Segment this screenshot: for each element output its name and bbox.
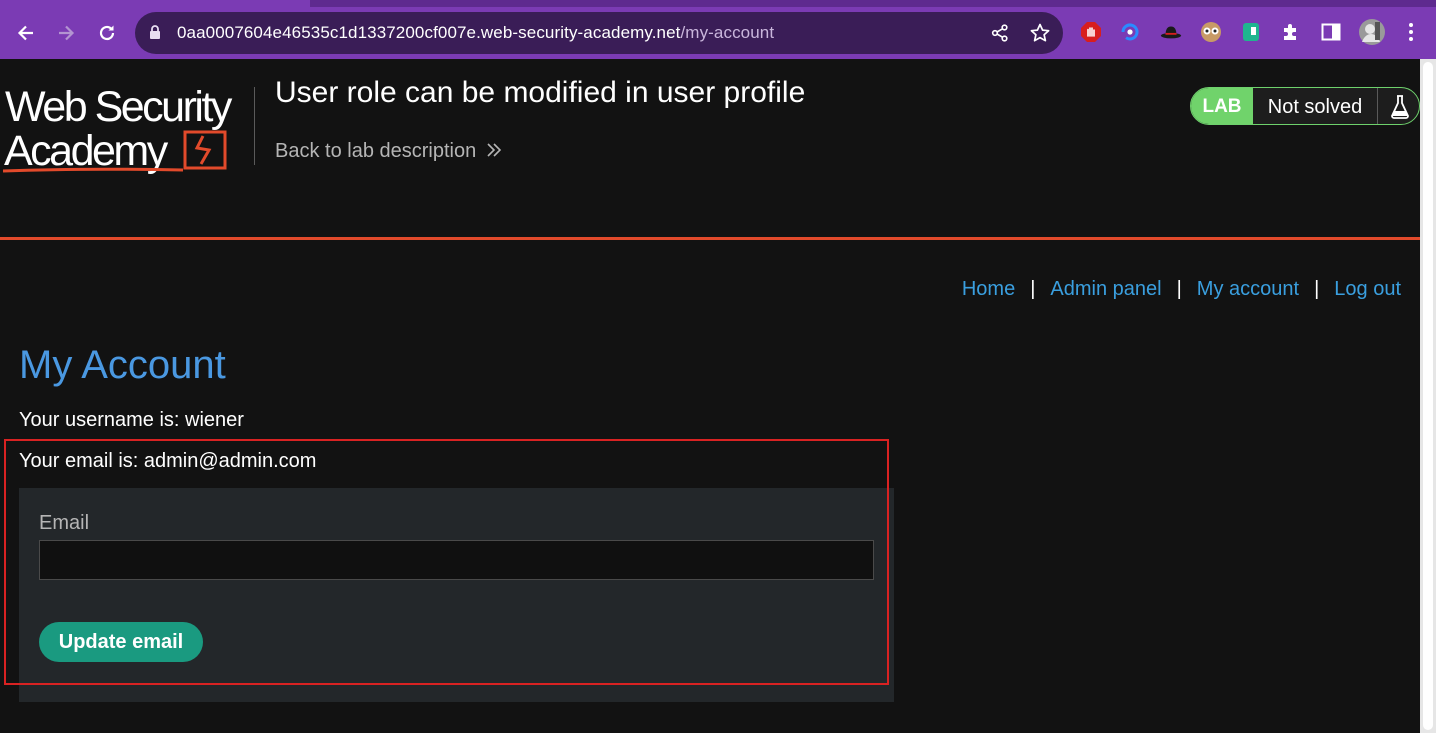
- stop-extension-icon[interactable]: [1080, 21, 1102, 43]
- puzzle-icon[interactable]: [1280, 21, 1302, 43]
- owl-extension-icon[interactable]: [1200, 21, 1222, 43]
- top-navigation: Home | Admin panel | My account | Log ou…: [962, 278, 1401, 301]
- back-arrow-icon[interactable]: [12, 19, 40, 47]
- scrollbar-thumb[interactable]: [1423, 62, 1433, 730]
- green-extension-icon[interactable]: [1240, 21, 1262, 43]
- lab-title: User role can be modified in user profil…: [275, 76, 806, 109]
- username-text: Your username is: wiener: [19, 409, 244, 431]
- lock-icon[interactable]: [149, 25, 161, 45]
- page-title: My Account: [19, 343, 226, 387]
- annotation-highlight-box: [4, 439, 889, 685]
- tab-strip: [310, 0, 1436, 7]
- blue-extension-icon[interactable]: [1119, 21, 1141, 43]
- header-accent-rule: [0, 237, 1420, 240]
- nav-admin-panel-link[interactable]: Admin panel: [1050, 278, 1161, 301]
- logo-swoosh-mark: [3, 130, 227, 173]
- browser-toolbar: 0aa0007604e46535c1d1337200cf007e.web-sec…: [0, 0, 1436, 59]
- sidepanel-icon[interactable]: [1320, 21, 1342, 43]
- academy-logo[interactable]: Web Security Academy: [3, 86, 253, 178]
- lab-status-badge: LAB Not solved: [1190, 87, 1420, 125]
- address-bar[interactable]: 0aa0007604e46535c1d1337200cf007e.web-sec…: [135, 12, 1063, 54]
- nav-separator: |: [1176, 278, 1182, 300]
- lab-label: LAB: [1191, 88, 1253, 124]
- logo-line1: Web Security: [5, 83, 232, 131]
- back-to-lab-link[interactable]: Back to lab description: [275, 139, 502, 164]
- nav-log-out-link[interactable]: Log out: [1334, 278, 1401, 301]
- hat-extension-icon[interactable]: [1160, 21, 1182, 43]
- star-icon[interactable]: [1029, 22, 1051, 49]
- menu-dots-icon[interactable]: [1400, 21, 1422, 43]
- nav-separator: |: [1030, 278, 1036, 300]
- forward-arrow-icon[interactable]: [52, 19, 80, 47]
- nav-home-link[interactable]: Home: [962, 278, 1015, 301]
- reload-icon[interactable]: [93, 19, 121, 47]
- profile-avatar[interactable]: [1359, 19, 1385, 45]
- nav-my-account-link[interactable]: My account: [1197, 278, 1299, 301]
- nav-separator: |: [1314, 278, 1320, 300]
- double-chevron-icon[interactable]: [486, 141, 502, 164]
- back-link-label[interactable]: Back to lab description: [275, 140, 476, 163]
- url-text[interactable]: 0aa0007604e46535c1d1337200cf007e.web-sec…: [177, 23, 774, 43]
- share-icon[interactable]: [990, 23, 1010, 48]
- flask-icon: [1377, 88, 1419, 124]
- header-divider: [254, 87, 255, 165]
- lab-status-text: Not solved: [1267, 95, 1363, 118]
